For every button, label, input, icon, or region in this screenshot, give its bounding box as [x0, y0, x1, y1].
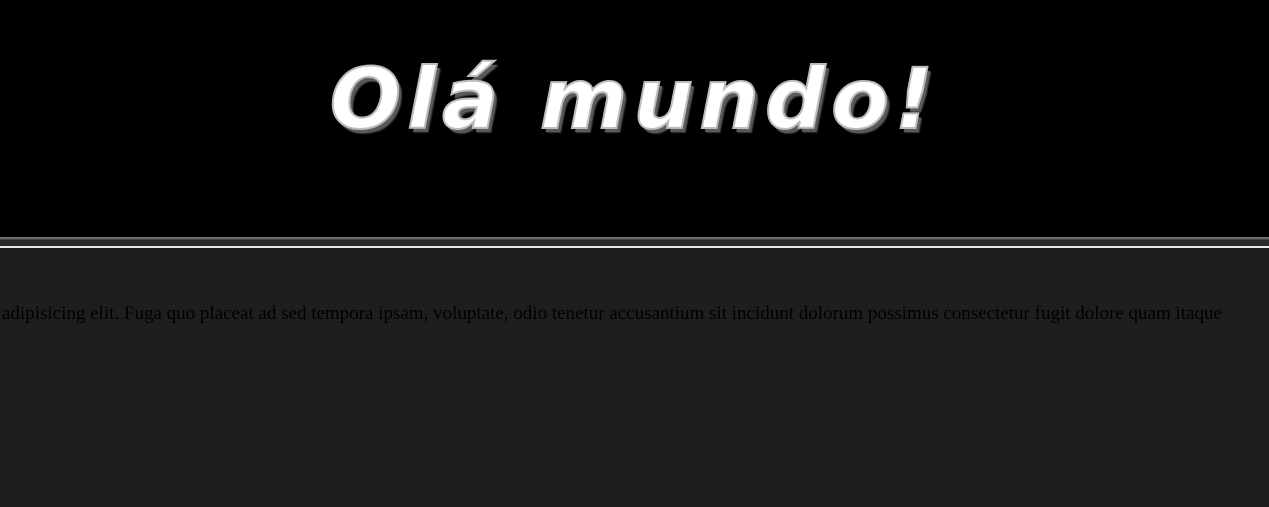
header-divider-band [0, 237, 1269, 246]
scrolling-text: adipisicing elit. Fuga quo placeat ad se… [2, 303, 1222, 324]
page-header: Olá mundo! [0, 0, 1269, 237]
main-content: adipisicing elit. Fuga quo placeat ad se… [0, 248, 1269, 507]
page-title: Olá mundo! [329, 49, 940, 149]
